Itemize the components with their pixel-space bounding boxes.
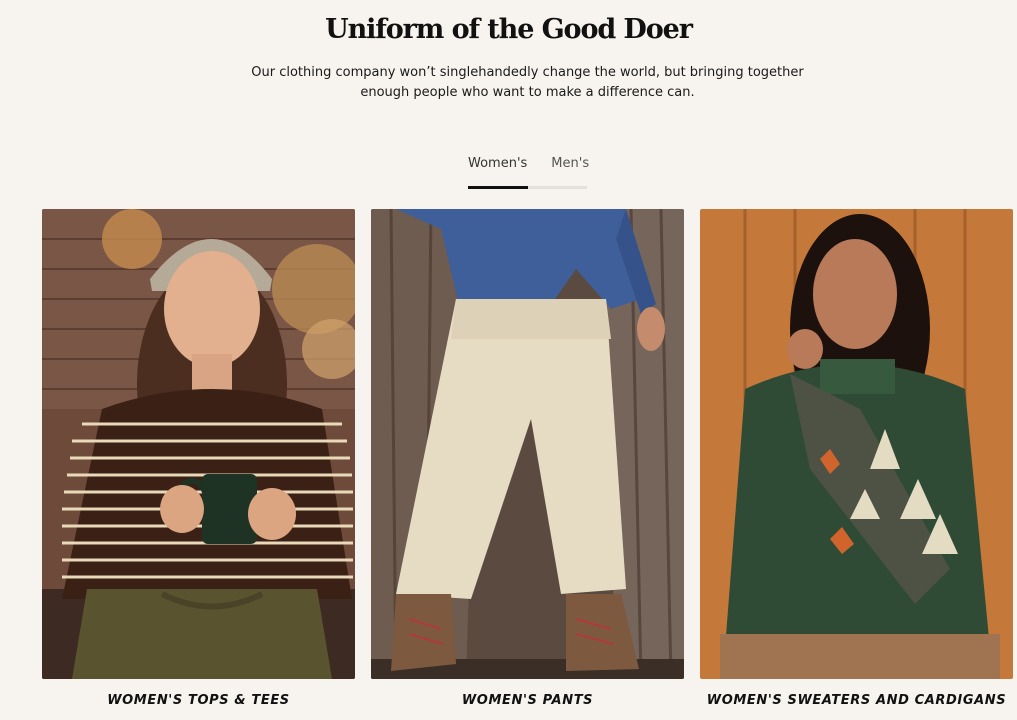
tab-mens[interactable]: Men's (551, 156, 589, 171)
category-image-pants (371, 209, 684, 679)
tab-indicator-track (468, 186, 587, 189)
category-label-tops-tees[interactable]: WOMEN'S TOPS & TEES (42, 693, 355, 708)
gender-tabs: Women's Men's (468, 156, 589, 171)
category-card-tops-tees[interactable] (42, 209, 355, 679)
category-card-pants[interactable] (371, 209, 684, 679)
page: Uniform of the Good Doer Our clothing co… (0, 0, 1017, 720)
page-subtitle: Our clothing company won’t singlehandedl… (251, 65, 804, 100)
tab-womens[interactable]: Women's (468, 156, 527, 171)
page-title: Uniform of the Good Doer (325, 14, 693, 45)
tab-indicator (468, 186, 528, 189)
category-label-sweaters[interactable]: WOMEN'S SWEATERS AND CARDIGANS (700, 693, 1013, 708)
category-label-pants[interactable]: WOMEN'S PANTS (371, 693, 684, 708)
category-card-sweaters[interactable] (700, 209, 1013, 679)
category-image-sweaters (700, 209, 1013, 679)
category-image-tops-tees (42, 209, 355, 679)
